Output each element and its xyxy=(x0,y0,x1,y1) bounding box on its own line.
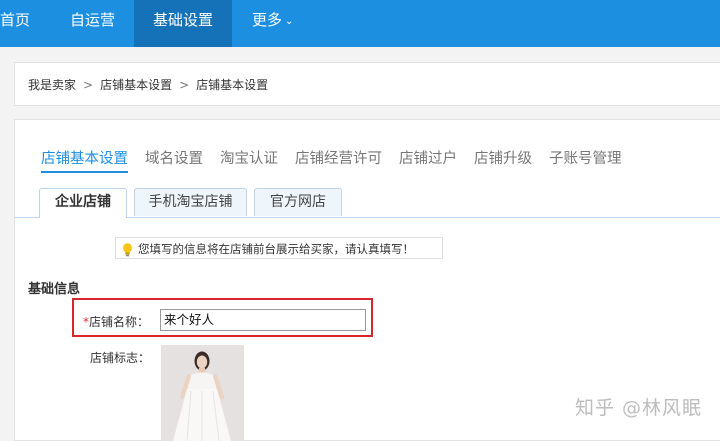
tab-store-basic-settings[interactable]: 店铺基本设置 xyxy=(41,147,128,173)
tab-mobile-taobao-store[interactable]: 手机淘宝店铺 xyxy=(134,188,247,216)
tab-business-license[interactable]: 店铺经营许可 xyxy=(295,147,382,171)
secondary-tabs: 企业店铺 手机淘宝店铺 官方网店 xyxy=(15,188,720,218)
tab-taobao-certification[interactable]: 淘宝认证 xyxy=(220,147,278,171)
tab-store-transfer[interactable]: 店铺过户 xyxy=(399,147,457,171)
tab-domain-settings[interactable]: 域名设置 xyxy=(145,147,203,171)
nav-item-basic-settings[interactable]: 基础设置 xyxy=(134,0,232,47)
tab-enterprise-store[interactable]: 企业店铺 xyxy=(39,188,127,218)
tab-sub-account-management[interactable]: 子账号管理 xyxy=(549,147,622,171)
store-name-label-text: 店铺名称： xyxy=(89,315,150,329)
store-logo-photo xyxy=(161,345,244,441)
info-notice: 您填写的信息将在店铺前台展示给买家，请认真填写！ xyxy=(115,237,443,259)
primary-tabs: 店铺基本设置 域名设置 淘宝认证 店铺经营许可 店铺过户 店铺升级 子账号管理 xyxy=(41,147,639,173)
nav-more-label: 更多 xyxy=(252,11,283,29)
nav-item-more[interactable]: 更多 ⌄ xyxy=(252,0,312,47)
top-nav: 首页 自运营 基础设置 更多 ⌄ xyxy=(0,0,720,47)
breadcrumb: 我是卖家 > 店铺基本设置 > 店铺基本设置 xyxy=(28,76,268,93)
store-logo-image[interactable] xyxy=(161,345,244,441)
breadcrumb-item-store-settings[interactable]: 店铺基本设置 xyxy=(100,78,172,92)
tab-official-store[interactable]: 官方网店 xyxy=(254,188,342,216)
lightbulb-icon xyxy=(122,242,133,264)
watermark-text: 知乎 @林风眠 xyxy=(574,397,702,419)
chevron-down-icon: ⌄ xyxy=(285,16,294,27)
breadcrumb-separator: > xyxy=(83,78,94,92)
nav-item-self-operation[interactable]: 自运营 xyxy=(70,0,120,47)
breadcrumb-panel: 我是卖家 > 店铺基本设置 > 店铺基本设置 xyxy=(14,62,720,106)
store-name-input[interactable]: 来个好人 xyxy=(160,309,366,331)
tab-store-upgrade[interactable]: 店铺升级 xyxy=(474,147,532,171)
store-name-label: *店铺名称： xyxy=(83,313,149,330)
breadcrumb-item-current: 店铺基本设置 xyxy=(196,78,269,92)
nav-item-home[interactable]: 首页 xyxy=(0,0,40,47)
section-title-basic-info: 基础信息 xyxy=(28,282,81,297)
store-logo-label: 店铺标志： xyxy=(90,351,151,365)
notice-text: 您填写的信息将在店铺前台展示给买家，请认真填写！ xyxy=(138,242,414,256)
breadcrumb-item-seller[interactable]: 我是卖家 xyxy=(28,78,76,92)
breadcrumb-separator: > xyxy=(179,78,190,92)
